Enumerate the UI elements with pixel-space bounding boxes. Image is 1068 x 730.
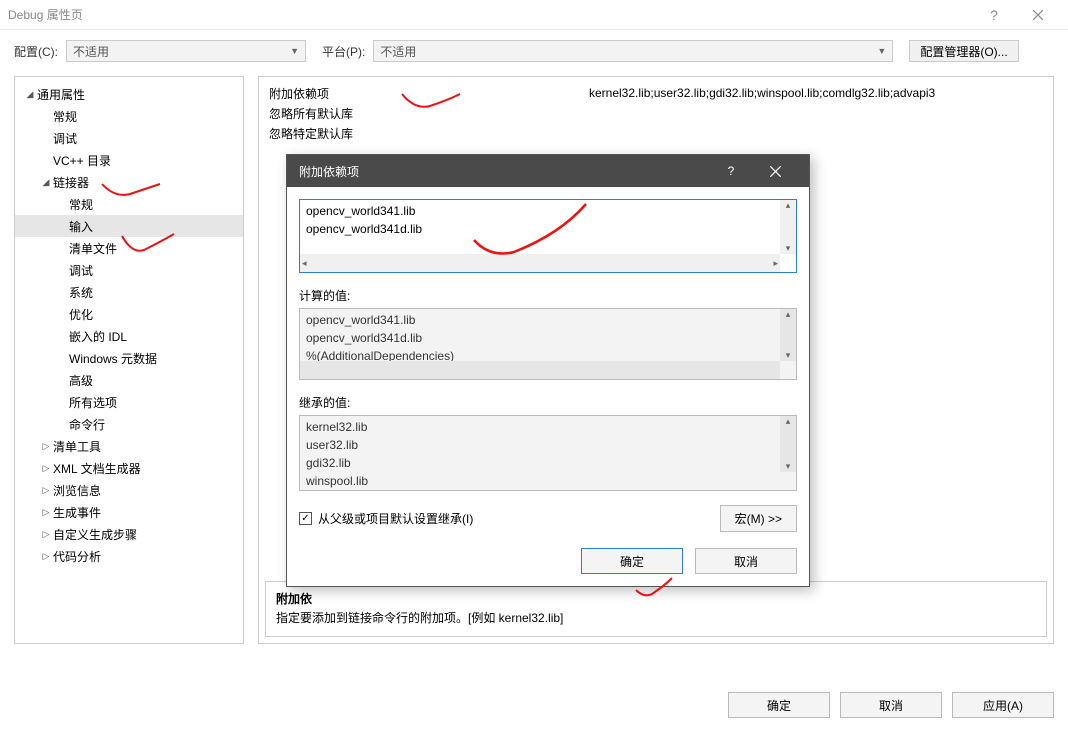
description-title: 附加依 [276, 590, 1036, 607]
prop-name: 附加依赖项 [269, 85, 589, 102]
dialog-titlebar: 附加依赖项 ? [287, 155, 809, 187]
list-item: winspool.lib [306, 472, 790, 490]
tree-build-events[interactable]: ▷生成事件 [15, 501, 243, 523]
list-item: opencv_world341d.lib [306, 329, 790, 347]
config-combo[interactable]: 不适用 ▼ [66, 40, 306, 62]
tree-linker-general[interactable]: 常规 [15, 193, 243, 215]
chevron-down-icon: ▼ [290, 46, 299, 56]
prop-name: 忽略所有默认库 [269, 105, 589, 122]
config-value: 不适用 [73, 43, 109, 60]
edit-line: opencv_world341d.lib [306, 220, 790, 238]
description-box: 附加依 指定要添加到链接命令行的附加项。[例如 kernel32.lib] [265, 581, 1047, 637]
computed-label: 计算的值: [299, 287, 797, 304]
tree-xml-doc[interactable]: ▷XML 文档生成器 [15, 457, 243, 479]
scrollbar-horizontal[interactable] [300, 361, 780, 379]
scrollbar-vertical[interactable]: ▴▾ [780, 200, 796, 254]
additional-deps-dialog: 附加依赖项 ? opencv_world341.lib opencv_world… [286, 154, 810, 587]
edit-line: opencv_world341.lib [306, 202, 790, 220]
tree-linker-all[interactable]: 所有选项 [15, 391, 243, 413]
chevron-down-icon: ▾ [786, 350, 791, 361]
chevron-up-icon: ▴ [786, 200, 791, 211]
tree-custom-build[interactable]: ▷自定义生成步骤 [15, 523, 243, 545]
ok-button[interactable]: 确定 [728, 692, 830, 718]
dialog-title: 附加依赖项 [299, 163, 359, 180]
tree-general[interactable]: 常规 [15, 105, 243, 127]
grid-row-additional-deps[interactable]: 附加依赖项 kernel32.lib;user32.lib;gdi32.lib;… [269, 83, 1043, 103]
prop-name: 忽略特定默认库 [269, 125, 589, 142]
help-button[interactable]: ? [972, 0, 1016, 30]
chevron-up-icon: ▴ [786, 416, 791, 427]
chevron-up-icon: ▴ [786, 309, 791, 320]
dialog-ok-button[interactable]: 确定 [581, 548, 683, 574]
computed-listbox[interactable]: opencv_world341.lib opencv_world341d.lib… [299, 308, 797, 380]
list-item: gdi32.lib [306, 454, 790, 472]
chevron-left-icon: ◂ [302, 258, 307, 269]
description-text: 指定要添加到链接命令行的附加项。[例如 kernel32.lib] [276, 609, 1036, 626]
config-manager-button[interactable]: 配置管理器(O)... [909, 40, 1018, 62]
tree-linker[interactable]: ◢链接器 [15, 171, 243, 193]
chevron-down-icon: ▾ [786, 461, 791, 472]
platform-label: 平台(P): [322, 43, 365, 60]
apply-button[interactable]: 应用(A) [952, 692, 1054, 718]
inherit-checkbox[interactable]: ✓ [299, 512, 312, 525]
property-tree[interactable]: ◢通用属性 常规 调试 VC++ 目录 ◢链接器 常规 输入 清单文件 调试 系… [14, 76, 244, 644]
tree-common[interactable]: ◢通用属性 [15, 83, 243, 105]
scrollbar-vertical[interactable]: ▴▾ [780, 309, 796, 361]
grid-row-ignore-specific[interactable]: 忽略特定默认库 [269, 123, 1043, 143]
tree-linker-cmdline[interactable]: 命令行 [15, 413, 243, 435]
edit-textarea[interactable]: opencv_world341.lib opencv_world341d.lib… [299, 199, 797, 273]
tree-linker-winmeta[interactable]: Windows 元数据 [15, 347, 243, 369]
macro-button[interactable]: 宏(M) >> [720, 505, 797, 532]
tree-linker-optimize[interactable]: 优化 [15, 303, 243, 325]
dialog-cancel-button[interactable]: 取消 [695, 548, 797, 574]
cancel-button[interactable]: 取消 [840, 692, 942, 718]
dialog-close-button[interactable] [753, 155, 797, 187]
chevron-down-icon: ▾ [786, 243, 791, 254]
tree-linker-debug[interactable]: 调试 [15, 259, 243, 281]
grid-row-ignore-all[interactable]: 忽略所有默认库 [269, 103, 1043, 123]
inherit-label: 从父级或项目默认设置继承(I) [318, 510, 473, 527]
close-icon [1033, 10, 1043, 20]
inherited-listbox[interactable]: kernel32.lib user32.lib gdi32.lib winspo… [299, 415, 797, 491]
tree-linker-advanced[interactable]: 高级 [15, 369, 243, 391]
list-item: opencv_world341.lib [306, 311, 790, 329]
titlebar: Debug 属性页 ? [0, 0, 1068, 30]
list-item: user32.lib [306, 436, 790, 454]
platform-combo[interactable]: 不适用 ▼ [373, 40, 893, 62]
tree-linker-idl[interactable]: 嵌入的 IDL [15, 325, 243, 347]
inherited-label: 继承的值: [299, 394, 797, 411]
platform-value: 不适用 [380, 43, 416, 60]
dialog-buttons: 确定 取消 应用(A) [728, 692, 1054, 718]
tree-browse[interactable]: ▷浏览信息 [15, 479, 243, 501]
dialog-help-button[interactable]: ? [709, 155, 753, 187]
close-icon [770, 166, 781, 177]
config-label: 配置(C): [14, 43, 58, 60]
toolbar: 配置(C): 不适用 ▼ 平台(P): 不适用 ▼ 配置管理器(O)... [0, 30, 1068, 76]
tree-linker-manifest[interactable]: 清单文件 [15, 237, 243, 259]
chevron-down-icon: ▼ [877, 46, 886, 56]
tree-debug[interactable]: 调试 [15, 127, 243, 149]
list-item: kernel32.lib [306, 418, 790, 436]
tree-vcdirs[interactable]: VC++ 目录 [15, 149, 243, 171]
tree-linker-input[interactable]: 输入 [15, 215, 243, 237]
chevron-right-icon: ▸ [773, 258, 778, 269]
close-button[interactable] [1016, 0, 1060, 30]
scrollbar-vertical[interactable]: ▴▾ [780, 416, 796, 472]
tree-code-analysis[interactable]: ▷代码分析 [15, 545, 243, 567]
tree-linker-system[interactable]: 系统 [15, 281, 243, 303]
prop-value: kernel32.lib;user32.lib;gdi32.lib;winspo… [589, 86, 1043, 100]
tree-manifest-tool[interactable]: ▷清单工具 [15, 435, 243, 457]
scrollbar-horizontal[interactable]: ◂▸ [300, 254, 780, 272]
window-title: Debug 属性页 [8, 6, 83, 23]
